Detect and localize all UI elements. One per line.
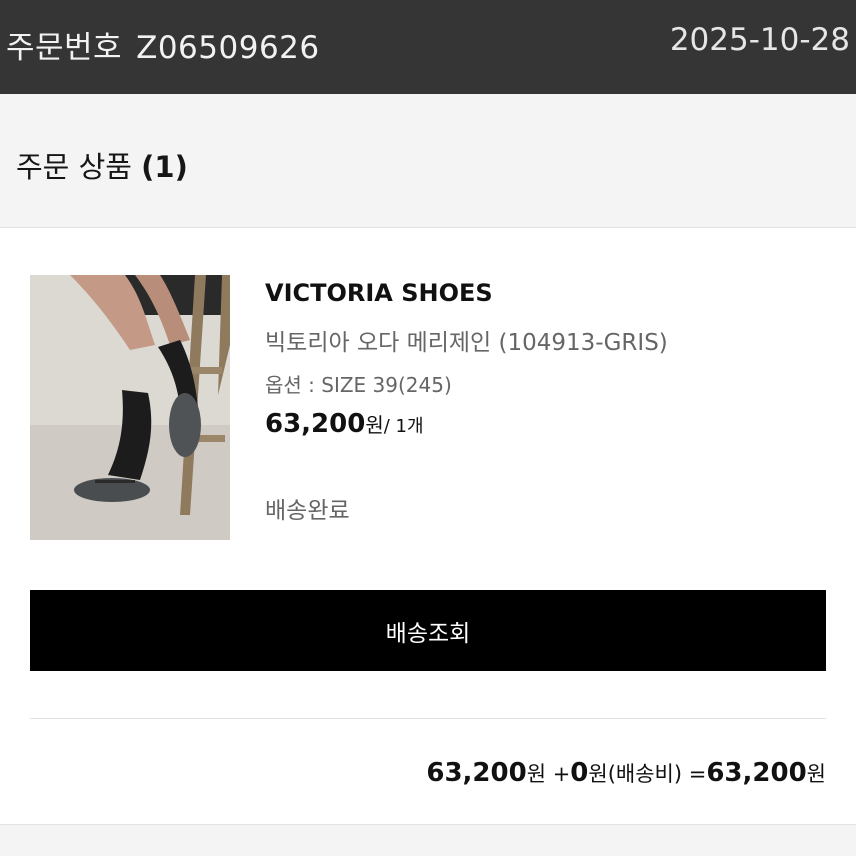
won-plus: 원 + [526, 762, 571, 786]
total-amount: 63,200 [706, 758, 807, 788]
quantity: / 1개 [383, 416, 424, 437]
section-title: 주문 상품 (1) [16, 144, 188, 186]
shipping-amount: 0 [570, 758, 589, 788]
product-photo-illustration [30, 275, 230, 540]
order-number-label: 주문번호 Z06509626 [6, 22, 320, 67]
product-brand[interactable]: VICTORIA SHOES [265, 279, 493, 307]
product-name[interactable]: 빅토리아 오다 메리제인 (104913-GRIS) [265, 323, 668, 357]
order-total-summary: 63,200원 +0원(배송비) =63,200원 [426, 758, 826, 788]
product-amount: 63,200 [426, 758, 527, 788]
shipping-label: 원(배송비) = [588, 762, 707, 786]
order-item-card: VICTORIA SHOES 빅토리아 오다 메리제인 (104913-GRIS… [0, 227, 856, 825]
item-count: (1) [141, 150, 188, 184]
section-title-text: 주문 상품 [16, 150, 132, 184]
price-amount: 63,200 [265, 409, 366, 439]
order-number: Z06509626 [136, 30, 320, 66]
delivery-status: 배송완료 [265, 498, 350, 524]
product-option: 옵션 : SIZE 39(245) [265, 373, 452, 397]
order-date: 2025-10-28 [669, 22, 850, 58]
divider [30, 718, 826, 719]
won-final: 원 [806, 762, 826, 786]
product-image[interactable] [30, 275, 230, 540]
product-price: 63,200원/ 1개 [265, 409, 424, 439]
track-delivery-button[interactable]: 배송조회 [30, 590, 826, 671]
order-header: 주문번호 Z06509626 2025-10-28 [0, 0, 856, 94]
order-label-text: 주문번호 [6, 30, 123, 66]
price-unit: 원 [365, 413, 384, 437]
